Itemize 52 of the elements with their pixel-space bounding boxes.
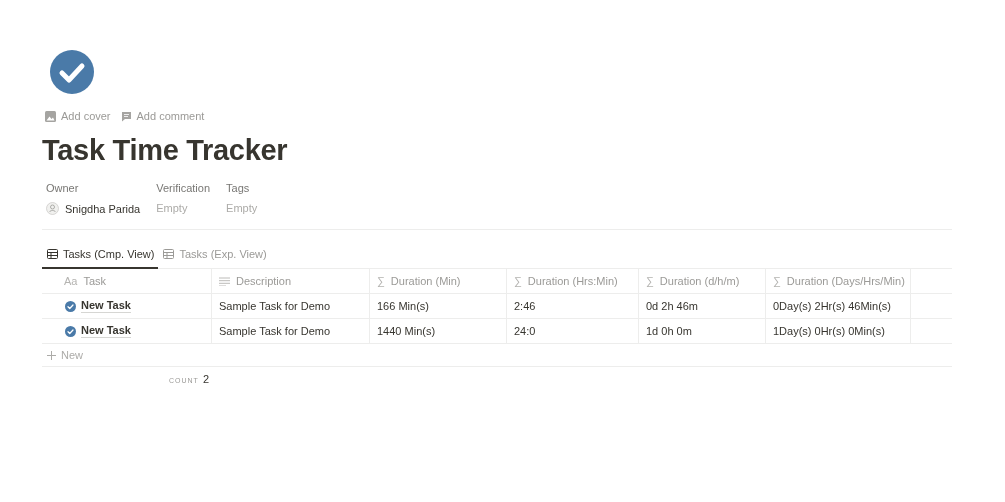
image-icon — [45, 110, 56, 122]
column-header[interactable]: Description — [212, 269, 370, 294]
column-type-icon: ∑ — [377, 275, 385, 287]
column-label: Duration (Hrs:Min) — [527, 275, 618, 287]
column-label: Description — [236, 275, 292, 287]
view-tab[interactable]: Tasks (Cmp. View) — [42, 242, 159, 269]
column-label: Duration (Min) — [390, 275, 461, 287]
table-cell: 0d 2h 46m — [639, 294, 766, 319]
property-value[interactable]: Snigdha Parida — [65, 202, 141, 215]
view-tab[interactable]: Tasks (Exp. View) — [158, 242, 271, 269]
plus-icon — [47, 350, 56, 360]
table-cell: 24:0 — [507, 319, 639, 344]
column-header[interactable]: ∑ Duration (Days/Hrs/Min) — [766, 269, 911, 294]
table-cell: 1Day(s) 0Hr(s) 0Min(s) — [766, 319, 911, 344]
empty-value[interactable]: Empty — [226, 202, 258, 214]
property-label: Tags — [226, 182, 251, 194]
table-icon — [47, 249, 58, 259]
table-icon — [163, 249, 175, 259]
lines-icon — [219, 276, 230, 286]
column-type-icon: ∑ — [514, 275, 522, 287]
table-cell: Sample Task for Demo — [212, 294, 370, 319]
property-label: Owner — [46, 182, 80, 194]
column-type-icon: ∑ — [773, 275, 781, 287]
table-cell: 1d 0h 0m — [639, 319, 766, 344]
column-header[interactable]: ∑ Duration (Hrs:Min) — [507, 269, 639, 294]
column-label: Task — [83, 275, 107, 287]
add-cover-button[interactable]: Add cover — [45, 110, 111, 122]
comment-icon — [120, 110, 132, 122]
count-value: 2 — [202, 373, 209, 385]
task-link[interactable]: New Task — [81, 299, 131, 313]
column-type-icon: ∑ — [646, 275, 654, 287]
check-circle-icon — [65, 300, 76, 312]
table-cell: 0Day(s) 2Hr(s) 46Min(s) — [766, 294, 911, 319]
column-header[interactable]: ∑ Duration (d/h/m) — [639, 269, 766, 294]
empty-value[interactable]: Empty — [156, 202, 188, 214]
property-label: Verification — [156, 182, 211, 194]
column-label: Duration (d/h/m) — [659, 275, 740, 287]
column-header[interactable]: ∑ Duration (Min) — [370, 269, 507, 294]
column-type-icon: Aa — [64, 275, 78, 287]
check-circle-icon — [50, 50, 94, 94]
task-link[interactable]: New Task — [81, 324, 131, 338]
avatar-icon — [46, 202, 59, 215]
add-comment-button[interactable]: Add comment — [120, 110, 205, 122]
new-row-button[interactable]: New — [42, 344, 952, 367]
table-cell: 166 Min(s) — [370, 294, 507, 319]
table-cell: Sample Task for Demo — [212, 319, 370, 344]
page-title: Task Time Tracker — [42, 133, 289, 168]
check-circle-icon — [65, 325, 76, 337]
table-cell: 1440 Min(s) — [370, 319, 507, 344]
table-cell: 2:46 — [507, 294, 639, 319]
column-header[interactable]: Aa Task — [42, 269, 212, 294]
column-label: Duration (Days/Hrs/Min) — [786, 275, 905, 287]
